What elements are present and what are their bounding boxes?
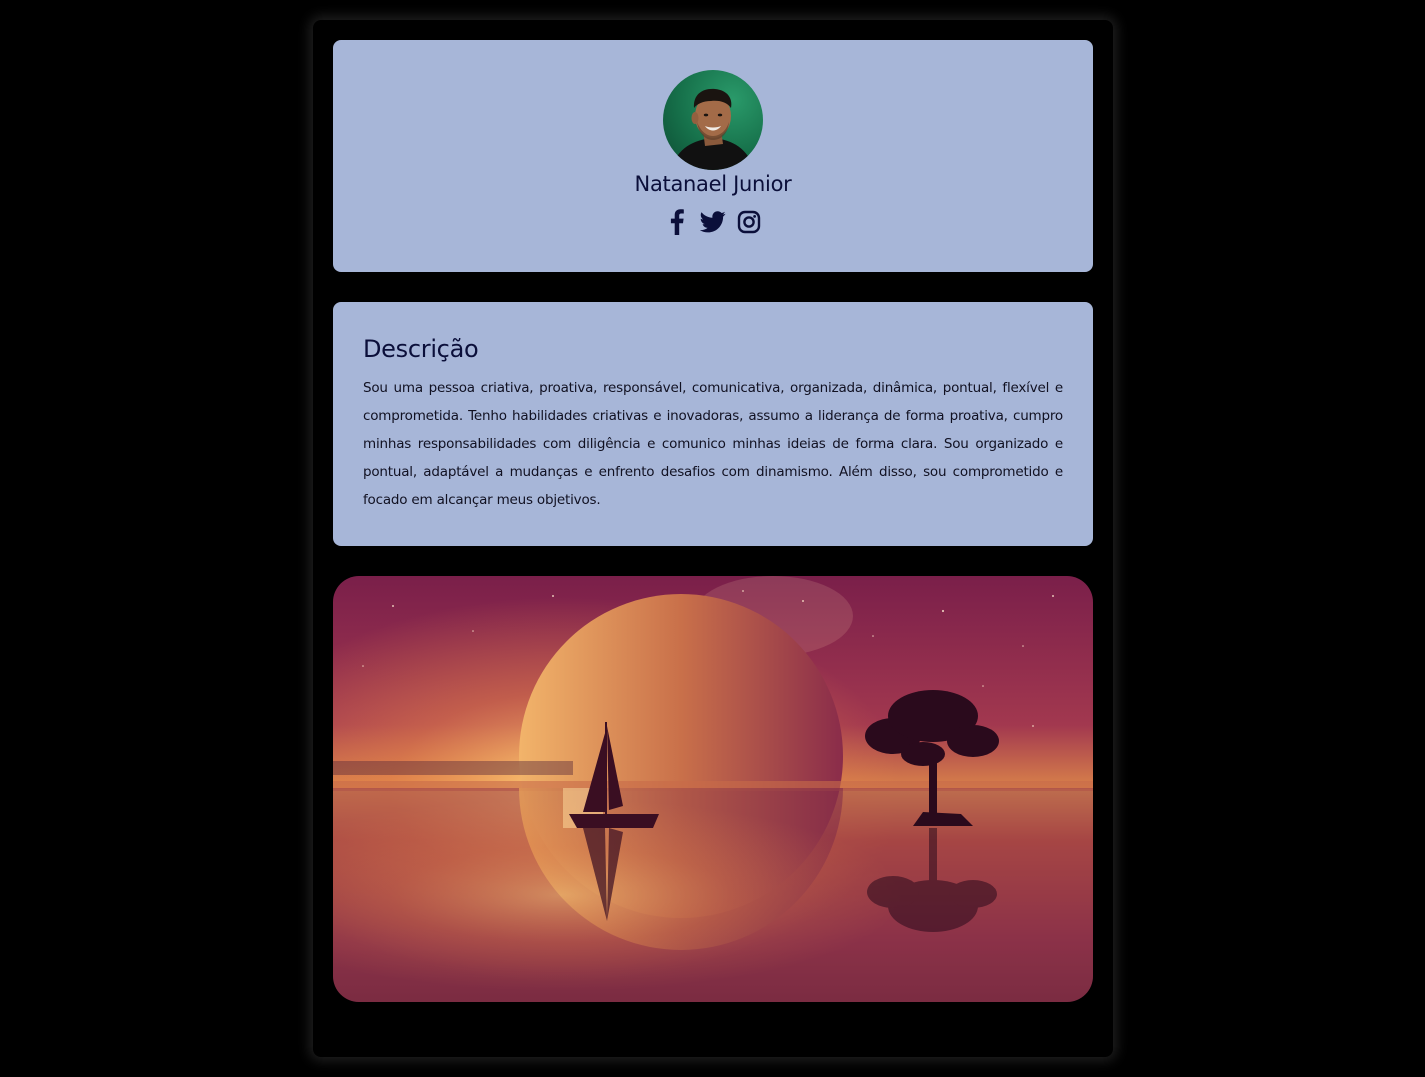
description-title: Descrição xyxy=(363,335,479,363)
profile-name: Natanael Junior xyxy=(634,172,792,196)
moon-landscape-image xyxy=(333,576,1093,1002)
profile-card: Natanael Junior xyxy=(333,40,1093,272)
twitter-icon xyxy=(700,211,726,233)
twitter-link[interactable] xyxy=(700,208,726,236)
avatar-photo xyxy=(671,88,755,170)
instagram-link[interactable] xyxy=(736,208,762,236)
description-card: Descrição Sou uma pessoa criativa, proat… xyxy=(333,302,1093,546)
profile-container: Natanael Junior Descrição Sou uma pessoa… xyxy=(313,20,1113,1057)
social-links xyxy=(333,206,1093,238)
avatar xyxy=(663,70,763,170)
instagram-icon xyxy=(737,210,761,234)
facebook-link[interactable] xyxy=(664,208,690,236)
hero-image xyxy=(333,576,1093,1002)
facebook-icon xyxy=(670,209,684,235)
description-text: Sou uma pessoa criativa, proativa, respo… xyxy=(363,380,1063,508)
